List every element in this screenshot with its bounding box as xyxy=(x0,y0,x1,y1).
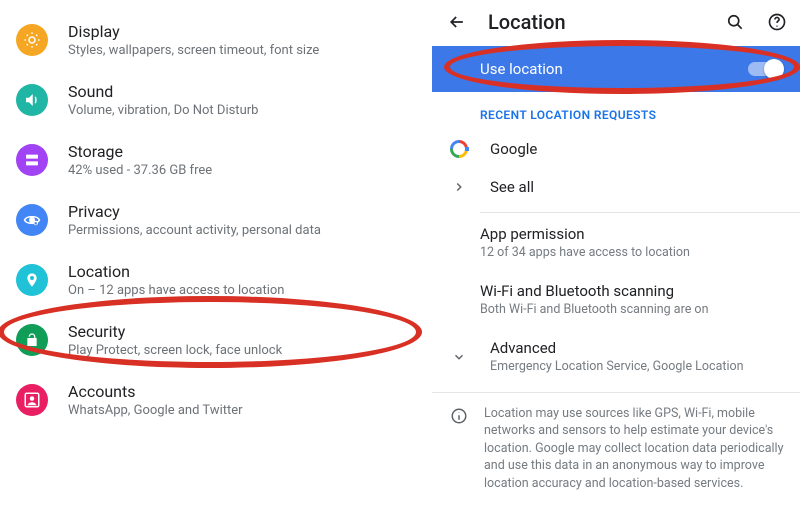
settings-item-subtitle: Volume, vibration, Do Not Disturb xyxy=(68,103,258,118)
help-button[interactable] xyxy=(766,11,788,33)
location-pin-icon xyxy=(16,264,48,296)
settings-item-subtitle: On – 12 apps have access to location xyxy=(68,283,284,298)
settings-item-storage[interactable]: Storage 42% used - 37.36 GB free xyxy=(0,130,432,190)
location-info-text: Location may use sources like GPS, Wi-Fi… xyxy=(432,395,800,493)
back-button[interactable] xyxy=(446,11,468,33)
settings-item-display[interactable]: Display Styles, wallpapers, screen timeo… xyxy=(0,10,432,70)
info-text: Location may use sources like GPS, Wi-Fi… xyxy=(484,405,786,493)
settings-item-title: Security xyxy=(68,322,282,341)
settings-item-subtitle: Permissions, account activity, personal … xyxy=(68,223,321,238)
settings-item-subtitle: Styles, wallpapers, screen timeout, font… xyxy=(68,43,319,58)
wifi-bluetooth-scanning-row[interactable]: Wi-Fi and Bluetooth scanning Both Wi-Fi … xyxy=(432,272,800,329)
settings-item-title: Storage xyxy=(68,142,212,161)
use-location-toggle[interactable] xyxy=(748,62,782,76)
info-icon xyxy=(448,405,470,493)
row-subtitle: Both Wi-Fi and Bluetooth scanning are on xyxy=(480,302,708,319)
settings-item-privacy[interactable]: Privacy Permissions, account activity, p… xyxy=(0,190,432,250)
advanced-row[interactable]: Advanced Emergency Location Service, Goo… xyxy=(432,329,800,386)
chevron-right-icon xyxy=(448,180,470,194)
chevron-down-icon xyxy=(448,350,470,364)
list-item-label: Google xyxy=(490,140,537,158)
location-header: Location xyxy=(432,0,800,46)
use-location-row[interactable]: Use location xyxy=(432,46,800,92)
google-icon xyxy=(448,140,470,158)
settings-item-security[interactable]: Security Play Protect, screen lock, face… xyxy=(0,310,432,370)
settings-item-title: Sound xyxy=(68,82,258,101)
see-all-row[interactable]: See all xyxy=(432,168,800,206)
row-title: App permission xyxy=(480,225,690,243)
settings-item-subtitle: WhatsApp, Google and Twitter xyxy=(68,403,243,418)
account-icon xyxy=(16,384,48,416)
row-title: Wi-Fi and Bluetooth scanning xyxy=(480,282,708,300)
page-title: Location xyxy=(488,10,704,34)
row-title: Advanced xyxy=(490,339,744,357)
row-subtitle: 12 of 34 apps have access to location xyxy=(480,245,690,262)
settings-item-sound[interactable]: Sound Volume, vibration, Do Not Disturb xyxy=(0,70,432,130)
search-button[interactable] xyxy=(724,11,746,33)
recent-requests-header: RECENT LOCATION REQUESTS xyxy=(432,92,800,130)
settings-item-accounts[interactable]: Accounts WhatsApp, Google and Twitter xyxy=(0,370,432,430)
settings-item-subtitle: 42% used - 37.36 GB free xyxy=(68,163,212,178)
row-subtitle: Emergency Location Service, Google Locat… xyxy=(490,359,744,376)
use-location-label: Use location xyxy=(480,60,748,78)
brightness-icon xyxy=(16,24,48,56)
settings-item-location[interactable]: Location On – 12 apps have access to loc… xyxy=(0,250,432,310)
app-permission-row[interactable]: App permission 12 of 34 apps have access… xyxy=(432,215,800,272)
settings-item-subtitle: Play Protect, screen lock, face unlock xyxy=(68,343,282,358)
lock-open-icon xyxy=(16,324,48,356)
divider xyxy=(432,392,800,393)
settings-item-title: Privacy xyxy=(68,202,321,221)
privacy-icon xyxy=(16,204,48,236)
settings-item-title: Location xyxy=(68,262,284,281)
list-item-label: See all xyxy=(490,178,534,196)
volume-icon xyxy=(16,84,48,116)
settings-item-title: Display xyxy=(68,22,319,41)
settings-list: Display Styles, wallpapers, screen timeo… xyxy=(0,0,432,524)
divider xyxy=(480,212,800,213)
location-settings-pane: Location Use location RECENT LOCATION RE… xyxy=(432,0,800,524)
storage-icon xyxy=(16,144,48,176)
recent-app-google[interactable]: Google xyxy=(432,130,800,168)
settings-item-title: Accounts xyxy=(68,382,243,401)
